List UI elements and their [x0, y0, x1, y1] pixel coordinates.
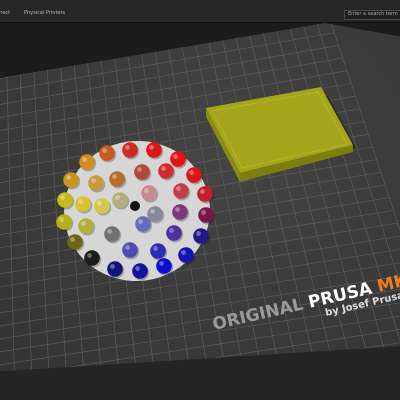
sphere-highlight: [107, 229, 112, 234]
color-sphere: [122, 242, 138, 258]
color-sphere: [67, 234, 83, 250]
sphere-highlight: [87, 253, 92, 258]
sphere-highlight: [159, 261, 164, 266]
color-sphere: [57, 192, 73, 208]
tab-physical-printers[interactable]: Physical Printers: [24, 10, 65, 16]
sphere-highlight: [189, 170, 194, 175]
color-sphere: [173, 183, 189, 199]
color-sphere: [84, 250, 100, 266]
color-sphere: [109, 171, 125, 187]
search-placeholder: Enter a search term: [348, 11, 398, 17]
color-sphere: [94, 198, 110, 214]
color-sphere: [197, 186, 213, 202]
sphere-highlight: [59, 217, 64, 222]
top-bar: nnect Physical Printers Enter a search t…: [0, 0, 400, 23]
sphere-highlight: [173, 154, 178, 159]
color-sphere: [78, 218, 94, 234]
sphere-highlight: [102, 148, 107, 153]
color-sphere: [75, 196, 91, 212]
search-input[interactable]: Enter a search term: [344, 10, 400, 20]
color-sphere: [107, 261, 123, 277]
color-sphere: [193, 228, 209, 244]
color-sphere: [172, 204, 188, 220]
object-marker: [130, 201, 140, 211]
3d-viewport[interactable]: ORIGINAL PRUSA MK4S by Josef Prusa: [0, 23, 400, 400]
color-sphere: [141, 185, 157, 201]
sphere-highlight: [81, 221, 86, 226]
sphere-highlight: [175, 207, 180, 212]
color-sphere: [88, 175, 104, 191]
color-sphere: [135, 216, 151, 232]
color-sphere: [112, 192, 128, 208]
color-sphere: [56, 214, 72, 230]
sphere-highlight: [112, 174, 117, 179]
color-sphere: [170, 151, 186, 167]
sphere-highlight: [115, 195, 120, 200]
sphere-highlight: [135, 266, 140, 271]
sphere-highlight: [125, 245, 130, 250]
sphere-highlight: [144, 188, 149, 193]
color-sphere: [186, 167, 202, 183]
color-sphere: [150, 243, 166, 259]
sphere-highlight: [169, 228, 174, 233]
color-sphere: [158, 163, 174, 179]
sphere-highlight: [66, 175, 71, 180]
color-sphere: [166, 225, 182, 241]
color-sphere: [122, 142, 138, 158]
sphere-highlight: [82, 157, 87, 162]
color-sphere: [79, 154, 95, 170]
sphere-highlight: [110, 264, 115, 269]
sphere-highlight: [181, 250, 186, 255]
tab-connect[interactable]: nnect: [0, 10, 10, 16]
sphere-highlight: [91, 178, 96, 183]
color-sphere: [99, 145, 115, 161]
sphere-highlight: [138, 219, 143, 224]
sphere-highlight: [78, 199, 83, 204]
sphere-highlight: [201, 210, 206, 215]
sphere-highlight: [97, 201, 102, 206]
color-sphere: [178, 247, 194, 263]
color-sphere: [156, 258, 172, 274]
color-sphere: [147, 206, 163, 222]
color-sphere: [104, 226, 120, 242]
sphere-highlight: [153, 246, 158, 251]
sphere-highlight: [196, 231, 201, 236]
sphere-highlight: [161, 166, 166, 171]
sphere-highlight: [150, 209, 155, 214]
sphere-highlight: [137, 167, 142, 172]
color-sphere: [198, 207, 214, 223]
color-sphere: [132, 263, 148, 279]
color-sphere: [63, 172, 79, 188]
sphere-highlight: [149, 145, 154, 150]
color-sphere: [146, 142, 162, 158]
sphere-highlight: [200, 189, 205, 194]
sphere-highlight: [176, 186, 181, 191]
sphere-highlight: [125, 145, 130, 150]
color-sphere: [134, 164, 150, 180]
sphere-highlight: [60, 195, 65, 200]
sphere-highlight: [70, 237, 75, 242]
